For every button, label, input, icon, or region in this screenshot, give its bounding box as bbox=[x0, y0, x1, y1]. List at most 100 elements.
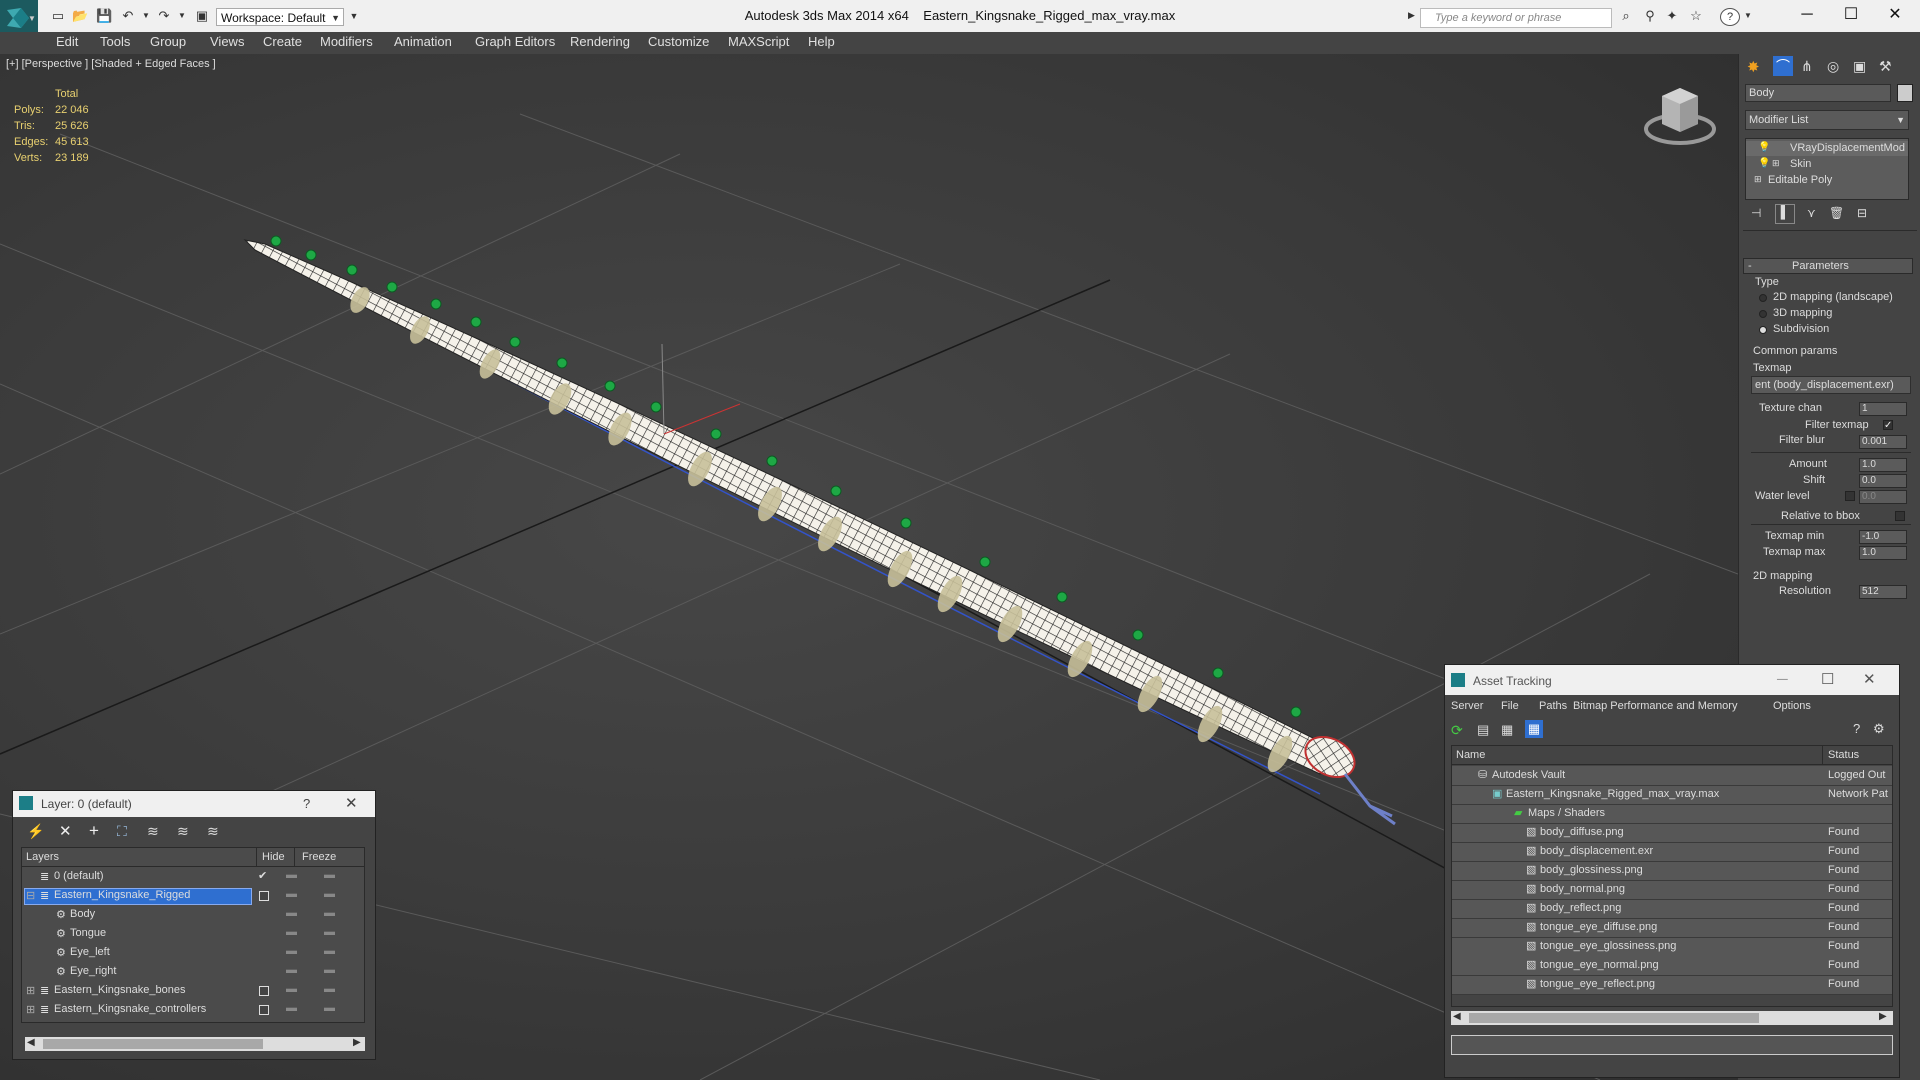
asset-row[interactable]: ▧ body_glossiness.png Found bbox=[1452, 861, 1892, 881]
menu-modifiers[interactable]: Modifiers bbox=[320, 34, 373, 49]
hierarchy-tab-icon[interactable]: ⋔ bbox=[1801, 58, 1813, 75]
menu-views[interactable]: Views bbox=[210, 34, 244, 49]
layer-row[interactable]: ⚙ Tongue ▬ ▬ bbox=[22, 925, 364, 944]
menu-animation[interactable]: Animation bbox=[394, 34, 452, 49]
freeze-toggle[interactable]: ▬ bbox=[324, 888, 335, 900]
create-tab-icon[interactable]: ✸ bbox=[1747, 58, 1760, 76]
help-icon[interactable]: ? bbox=[1853, 721, 1860, 736]
filter-blur-spinner[interactable]: 0.001 bbox=[1859, 435, 1907, 449]
settings-icon[interactable]: ⚙ bbox=[1873, 721, 1885, 737]
lightbulb-icon[interactable]: 💡 bbox=[1758, 142, 1770, 153]
asset-row[interactable]: ▣ Eastern_Kingsnake_Rigged_max_vray.max … bbox=[1452, 785, 1892, 805]
asset-menu-bitmap[interactable]: Bitmap Performance and Memory bbox=[1573, 700, 1737, 712]
freeze-toggle[interactable]: ▬ bbox=[324, 945, 335, 957]
asset-menu-server[interactable]: Server bbox=[1451, 700, 1483, 712]
refresh-icon[interactable]: ⟳ bbox=[1451, 722, 1463, 739]
col-name[interactable]: Name bbox=[1456, 749, 1485, 761]
viewcube-icon[interactable] bbox=[1644, 88, 1716, 145]
hide-toggle[interactable]: ▬ bbox=[286, 926, 297, 938]
collapse-minus-icon[interactable]: ⊟ bbox=[26, 889, 35, 902]
expand-plus-icon[interactable]: ⊞ bbox=[26, 984, 35, 997]
water-level-checkbox[interactable] bbox=[1845, 491, 1855, 501]
asset-row[interactable]: ▧ body_reflect.png Found bbox=[1452, 899, 1892, 919]
close-window-button[interactable]: ✕ bbox=[1878, 4, 1912, 26]
make-active-box[interactable] bbox=[259, 891, 269, 901]
table-view-icon[interactable]: ▦ bbox=[1525, 720, 1543, 738]
asset-row[interactable]: ▧ tongue_eye_reflect.png Found bbox=[1452, 975, 1892, 995]
help-dropdown-icon[interactable]: ▼ bbox=[1740, 9, 1756, 23]
motion-tab-icon[interactable]: ◎ bbox=[1827, 58, 1839, 75]
freeze-toggle[interactable]: ▬ bbox=[324, 907, 335, 919]
hide-toggle[interactable]: ▬ bbox=[286, 869, 297, 881]
texmap-max-spinner[interactable]: 1.0 bbox=[1859, 546, 1907, 560]
snake-body-mesh[interactable] bbox=[243, 239, 1326, 775]
texture-chan-spinner[interactable]: 1 bbox=[1859, 402, 1907, 416]
delete-layer-icon[interactable]: ✕ bbox=[59, 822, 72, 840]
asset-menu-file[interactable]: File bbox=[1501, 700, 1519, 712]
menu-graph-editors[interactable]: Graph Editors bbox=[475, 34, 555, 49]
bone-controllers[interactable] bbox=[270, 235, 1302, 718]
scroll-right-icon[interactable]: ▶ bbox=[1879, 1011, 1887, 1022]
texmap-min-spinner[interactable]: -1.0 bbox=[1859, 530, 1907, 544]
menu-maxscript[interactable]: MAXScript bbox=[728, 34, 789, 49]
close-icon[interactable]: ✕ bbox=[1863, 670, 1876, 688]
asset-row[interactable]: ▧ tongue_eye_glossiness.png Found bbox=[1452, 937, 1892, 957]
menu-help[interactable]: Help bbox=[808, 34, 835, 49]
col-layers[interactable]: Layers bbox=[26, 851, 59, 863]
asset-menu-options[interactable]: Options bbox=[1773, 700, 1811, 712]
maximize-button[interactable]: ☐ bbox=[1821, 670, 1834, 688]
scroll-right-icon[interactable]: ▶ bbox=[353, 1037, 361, 1048]
subscription-key-icon[interactable]: ⚲ bbox=[1642, 9, 1658, 23]
menu-edit[interactable]: Edit bbox=[56, 34, 78, 49]
hide-toggle[interactable]: ▬ bbox=[286, 964, 297, 976]
utilities-tab-icon[interactable]: ⚒ bbox=[1879, 58, 1892, 75]
col-freeze[interactable]: Freeze bbox=[302, 851, 336, 863]
asset-row[interactable]: ▧ body_displacement.exr Found bbox=[1452, 842, 1892, 862]
hide-toggle[interactable]: ▬ bbox=[286, 1002, 297, 1014]
show-end-result-icon[interactable]: ▌ bbox=[1775, 204, 1795, 224]
filter-texmap-checkbox[interactable]: ✓ bbox=[1883, 420, 1893, 431]
col-hide[interactable]: Hide bbox=[262, 851, 285, 863]
pin-stack-icon[interactable]: ⊣ bbox=[1751, 206, 1761, 220]
scroll-left-icon[interactable]: ◀ bbox=[1453, 1011, 1461, 1022]
make-active-box[interactable] bbox=[259, 1005, 269, 1015]
object-name-field[interactable]: Body bbox=[1745, 84, 1891, 102]
object-color-swatch[interactable] bbox=[1897, 84, 1913, 102]
hide-toggle[interactable]: ▬ bbox=[286, 888, 297, 900]
menu-customize[interactable]: Customize bbox=[648, 34, 709, 49]
asset-row[interactable]: ▧ tongue_eye_diffuse.png Found bbox=[1452, 918, 1892, 938]
freeze-all-layers-icon[interactable]: ≋ bbox=[207, 823, 219, 840]
list-view-icon[interactable]: ▤ bbox=[1477, 722, 1489, 738]
asset-window-titlebar[interactable]: Asset Tracking ─ ☐ ✕ bbox=[1445, 665, 1899, 695]
create-layer-icon[interactable]: ⚡ bbox=[27, 823, 44, 840]
minimize-button[interactable]: ─ bbox=[1790, 4, 1824, 26]
modifier-list-dropdown[interactable]: Modifier List ▼ bbox=[1745, 110, 1909, 130]
asset-row[interactable]: ▧ body_normal.png Found bbox=[1452, 880, 1892, 900]
asset-horizontal-scrollbar[interactable]: ◀ ▶ bbox=[1451, 1011, 1893, 1025]
resolution-spinner[interactable]: 512 bbox=[1859, 585, 1907, 599]
search-expand-icon[interactable]: ▶ bbox=[1408, 10, 1415, 21]
expand-plus-icon[interactable]: ⊞ bbox=[1754, 174, 1762, 185]
modify-tab-icon[interactable]: ⌒ bbox=[1773, 56, 1793, 76]
menu-group[interactable]: Group bbox=[150, 34, 186, 49]
binoculars-icon[interactable]: ⌕ bbox=[1618, 9, 1634, 23]
texmap-button[interactable]: ent (body_displacement.exr) bbox=[1751, 376, 1911, 394]
search-input[interactable]: Type a keyword or phrase bbox=[1420, 8, 1612, 28]
type-radio-subdivision[interactable] bbox=[1759, 326, 1767, 334]
parameters-rollout-header[interactable]: - Parameters bbox=[1743, 258, 1913, 274]
make-active-box[interactable] bbox=[259, 986, 269, 996]
hide-toggle[interactable]: ▬ bbox=[286, 907, 297, 919]
detail-view-icon[interactable]: ▦ bbox=[1501, 722, 1513, 738]
help-icon[interactable]: ? bbox=[303, 796, 310, 811]
make-unique-icon[interactable]: ⋎ bbox=[1807, 206, 1816, 220]
configure-modifier-sets-icon[interactable]: ⊟ bbox=[1857, 206, 1867, 220]
layer-row[interactable]: ⊞ ≣ Eastern_Kingsnake_bones ▬ ▬ bbox=[22, 982, 364, 1001]
stack-item-skin[interactable]: 💡 ⊞ Skin bbox=[1746, 157, 1908, 172]
asset-path-field[interactable] bbox=[1451, 1035, 1893, 1055]
hide-toggle[interactable]: ▬ bbox=[286, 983, 297, 995]
asset-menu-paths[interactable]: Paths bbox=[1539, 700, 1567, 712]
asset-row[interactable]: ▰ Maps / Shaders bbox=[1452, 804, 1892, 824]
menu-create[interactable]: Create bbox=[263, 34, 302, 49]
shift-spinner[interactable]: 0.0 bbox=[1859, 474, 1907, 488]
minimize-button[interactable]: ─ bbox=[1777, 671, 1788, 688]
